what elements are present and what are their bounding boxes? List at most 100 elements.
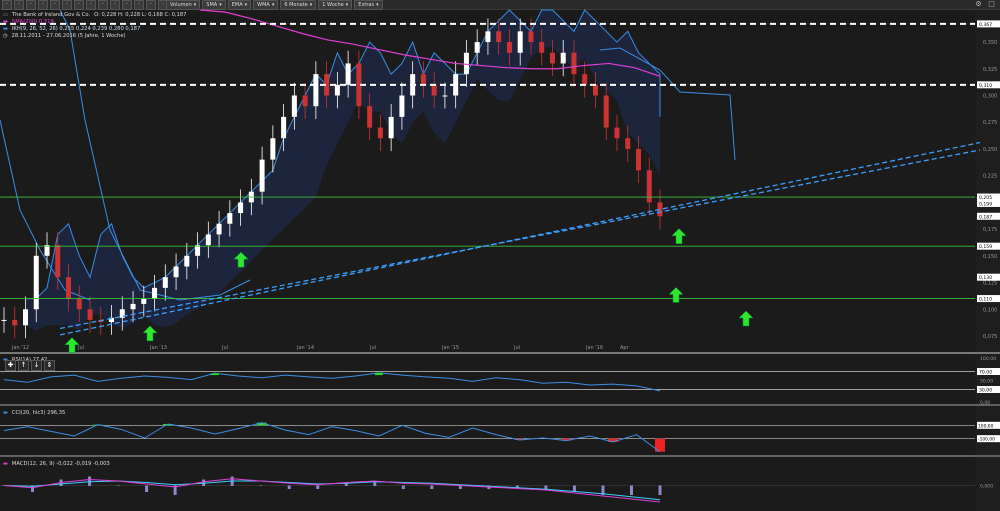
trend-line [59,149,981,330]
legend-ohlc: O: 0,228 H: 0,228 L: 0,168 C: 0,187 [94,12,187,18]
candle-body [291,95,297,117]
y-tick-label: 0,325 [983,67,997,73]
y-tick-label: 0,150 [983,254,997,260]
x-tick-label: Jul [221,345,228,351]
clock-icon: ◷ [3,33,8,39]
macd-histogram-bar [287,485,291,489]
rsi-overbought-fill [374,372,383,376]
candle-body [539,42,545,53]
macd-histogram-bar [401,485,405,489]
y-tick-label: 0,075 [983,334,997,340]
candle-body [259,159,265,192]
main-legend: ▭ The Bank of Ireland Gov & Co. O: 0,228 H… [3,12,190,40]
up-arrow-icon [668,287,684,303]
candle-body [485,31,491,43]
cci-legend: ▬ CCI(20, hlc3) 296,35 [3,410,69,417]
candle-body [184,255,190,267]
candle-body [463,52,469,75]
candle-body [270,138,276,160]
macd-histogram-bar [116,485,120,486]
cci-level-label: 100,00 [978,423,994,429]
price-label: 0,110 [979,297,992,303]
x-tick-label: Apr [620,345,630,351]
cci-title: CCI(20, hlc3) 296,35 [11,410,66,416]
legend-title: The Bank of Ireland Gov & Co. [11,12,91,18]
candle-body [399,95,405,117]
macd-histogram-bar [259,485,263,486]
candle-body [281,116,287,139]
up-arrow-icon [64,337,80,353]
rsi-level-label: 30,00 [979,388,992,394]
up-arrow-icon [142,325,158,342]
candle-body [44,245,50,256]
x-tick-label: Jan '13 [149,345,167,351]
cci-level-label: -100,00 [978,437,995,443]
candle-body [66,277,72,299]
candle-body [592,84,598,96]
candle-body [334,84,340,96]
candle-body [420,74,426,85]
move-down-icon[interactable]: ↓ [31,360,42,371]
candle-body [12,319,18,326]
candle-body [560,52,566,64]
x-tick-label: Jan '12 [11,345,29,351]
legend-ikh-icon: ▬ [3,26,8,32]
macd-histogram-bar [544,485,548,489]
price-label: 0,367 [979,22,992,28]
candle-body [23,309,29,326]
x-tick-label: Jan '16 [585,345,603,351]
x-tick-label: Jan '14 [296,345,314,351]
y-tick-label: 0,350 [983,40,997,46]
cci-swatch-icon: ▬ [3,410,8,416]
candle-body [377,127,383,139]
candle-body [130,303,136,310]
candle-body [162,277,168,288]
x-tick-label: Jul [513,345,520,351]
candle-body [603,95,609,128]
legend-ichimoku: IKH(9, 26, 52, 26) 0,255 0,224 0,239 0,2… [11,26,141,32]
chart-canvas[interactable]: 0,0750,1000,1250,1500,1750,2000,2250,250… [0,0,1000,511]
candle-body [517,31,523,53]
candle-body [549,52,555,64]
macd-histogram-bar [658,485,662,495]
candle-body [141,298,147,304]
macd-legend: ▬ MACD(12, 26, 9) -0,022 -0,019 -0,003 [3,461,114,468]
candle-body [87,309,93,320]
candle-body [528,31,534,43]
move-up-icon[interactable]: ↑ [18,360,29,371]
y-tick-label: 0,225 [983,174,997,180]
candle-body [227,213,233,224]
add-icon[interactable]: ✚ [5,360,16,371]
candle-body [313,74,319,107]
resize-icon[interactable]: ⇕ [44,360,55,371]
y-tick-label: 0,100 [983,307,997,313]
drawing-tools: ✚ ↑ ↓ ⇕ [5,360,55,371]
candle-body [152,287,158,299]
y-tick-label: 0,250 [983,147,997,153]
candle-body [216,223,222,235]
candle-body [442,95,448,97]
candle-body [55,245,61,278]
macd-histogram-bar [316,485,320,489]
up-arrow-icon [738,310,754,327]
cci-line [3,422,661,453]
candle-body [238,202,244,214]
candle-body [33,255,39,310]
candle-body [614,127,620,139]
y-tick-label: 0,175 [983,227,997,233]
candle-body [345,63,351,85]
price-label: 0,199 [979,201,992,207]
macd-title: MACD(12, 26, 9) -0,022 -0,019 -0,003 [11,461,110,467]
price-label: 0,159 [979,244,992,250]
rsi-line [3,372,661,392]
price-label: 0,187 [979,214,992,220]
candle-body [173,266,179,278]
macd-tick: 0,000 [980,484,993,490]
x-tick-label: Jul [77,345,84,351]
candle-body [474,42,480,53]
price-label: 0,130 [979,275,992,281]
rsi-level-label: 70,00 [979,370,992,376]
y-tick-label: 0,275 [983,120,997,126]
legend-sma-icon: ▬ [3,19,8,25]
candle-body [571,52,577,75]
